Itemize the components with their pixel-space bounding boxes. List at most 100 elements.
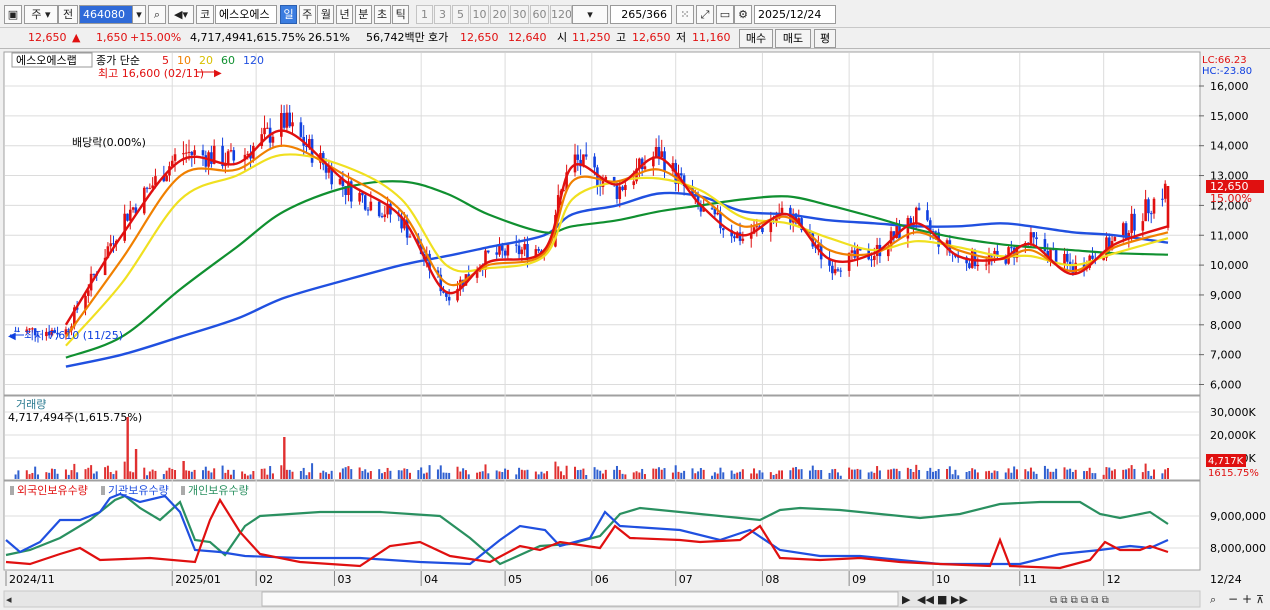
grid-icon[interactable]: ⁙ bbox=[676, 5, 694, 24]
interval-tab-0[interactable]: 일 bbox=[280, 5, 297, 24]
expand-icon[interactable]: ⤢ bbox=[696, 5, 714, 24]
prev-button[interactable]: 전 bbox=[58, 5, 78, 24]
market-tag: 코 bbox=[196, 5, 214, 24]
zoom-in-icon[interactable]: + bbox=[1242, 592, 1252, 606]
count-tab-6[interactable]: 60 bbox=[530, 5, 549, 24]
fast-forward-icon[interactable]: ▶▶ bbox=[951, 593, 968, 606]
stop-icon[interactable]: ■ bbox=[937, 593, 947, 606]
low-label: 저 bbox=[676, 31, 687, 44]
buy-button[interactable]: 매수 bbox=[739, 29, 773, 48]
count-tab-0[interactable]: 1 bbox=[416, 5, 433, 24]
count-tab-3[interactable]: 10 bbox=[470, 5, 489, 24]
zoom-icon[interactable]: ⌕ bbox=[1210, 593, 1216, 606]
period-label: 주 bbox=[31, 8, 42, 21]
x-tick-label: 08 bbox=[765, 573, 779, 586]
interval-tab-1[interactable]: 주 bbox=[298, 5, 316, 24]
x-tick-label: 02 bbox=[259, 573, 273, 586]
price-tick: 10,000 bbox=[1210, 259, 1249, 272]
gear-icon[interactable]: ⚙ bbox=[734, 5, 752, 24]
interval-tab-5[interactable]: 초 bbox=[373, 5, 391, 24]
count-tab-7[interactable]: 120 bbox=[550, 5, 572, 24]
interval-tab-6[interactable]: 틱 bbox=[392, 5, 410, 24]
price-tick: 14,000 bbox=[1210, 140, 1249, 153]
holdings-legend-item: 기관보유수량 bbox=[108, 484, 169, 497]
low-annotation: 최저 7,610 (11/25) bbox=[24, 329, 123, 342]
quote-label: 호가 bbox=[428, 31, 449, 44]
quote-bar: 12,650 ▲ 1,650 +15.00% 4,717,494 1,615.7… bbox=[0, 28, 1270, 49]
date-input[interactable]: 2025/12/24 bbox=[754, 5, 836, 24]
price-tick: 6,000 bbox=[1210, 379, 1242, 392]
holdings-tick: 9,000,000 bbox=[1210, 510, 1266, 523]
ma-legend-20: 20 bbox=[199, 54, 213, 67]
x-tick-label: 10 bbox=[936, 573, 950, 586]
bar-count[interactable]: 265/366 bbox=[610, 5, 672, 24]
rewind-icon[interactable]: ◀◀ bbox=[917, 593, 934, 606]
holdings-legend-item: 외국인보유수량 bbox=[17, 484, 88, 497]
ma-legend-60: 60 bbox=[221, 54, 235, 67]
volume-tick: 20,000K bbox=[1210, 429, 1256, 442]
scroll-left-arrow-icon[interactable]: ◂ bbox=[6, 593, 12, 606]
high-price: 12,650 bbox=[632, 31, 671, 44]
eval-button[interactable]: 평 bbox=[814, 29, 836, 48]
volume-percent: 1,615.75% bbox=[246, 31, 306, 44]
high-arrow-icon: ▶ bbox=[214, 68, 222, 79]
speaker-icon[interactable]: ◀▾ bbox=[168, 5, 194, 24]
price-tick: 11,000 bbox=[1210, 229, 1249, 242]
volume-last-pct: 1615.75% bbox=[1208, 468, 1259, 479]
bar-total: /366 bbox=[642, 8, 667, 21]
sell-button[interactable]: 매도 bbox=[775, 29, 811, 48]
price-tick: 16,000 bbox=[1210, 80, 1249, 93]
up-arrow-icon: ▲ bbox=[72, 31, 81, 44]
ma-legend-10: 10 bbox=[177, 54, 191, 67]
volume-last-tag: 4,717K bbox=[1208, 456, 1244, 467]
last-change-tag: 15.00% bbox=[1210, 192, 1252, 205]
count-tab-4[interactable]: 20 bbox=[490, 5, 509, 24]
chart-nav-controls: ▶ ◀◀ ■ ▶▶ ⧉ ⧉ ⧉ ⧉ ⧉ ⧉ ⌕ − + ⊼ bbox=[902, 592, 1264, 606]
stock-name: 에스오에스 bbox=[215, 5, 277, 24]
count-tab-1[interactable]: 3 bbox=[434, 5, 451, 24]
count-tab-2[interactable]: 5 bbox=[452, 5, 469, 24]
count-tab-5[interactable]: 30 bbox=[510, 5, 529, 24]
volume-title: 거래량 bbox=[16, 398, 46, 411]
price-tick: 7,000 bbox=[1210, 349, 1242, 362]
count-select[interactable]: ▾ bbox=[572, 5, 608, 24]
toolbar: ▣ 주 ▾ 전 464080 ▾ ⌕ ◀▾ 코 에스오에스 일주월년분초틱 13… bbox=[0, 0, 1270, 28]
low-arrow-icon: ◀ bbox=[8, 331, 16, 342]
holdings-legend-item: 개인보유수량 bbox=[188, 484, 249, 497]
change-percent: +15.00% bbox=[130, 31, 182, 44]
x-tick-label: 03 bbox=[337, 573, 351, 586]
turnover-rate: 26.51% bbox=[308, 31, 350, 44]
open-price: 11,250 bbox=[572, 31, 611, 44]
price-tick: 9,000 bbox=[1210, 289, 1242, 302]
x-tick-label: 2025/01 bbox=[175, 573, 221, 586]
change-amount: 1,650 bbox=[96, 31, 128, 44]
volume-value: 4,717,494 bbox=[190, 31, 246, 44]
x-tick-label: 04 bbox=[424, 573, 438, 586]
scrollbar-thumb[interactable] bbox=[261, 591, 899, 607]
save-icon[interactable]: ▭ bbox=[716, 5, 734, 24]
layout-icon[interactable]: ▣ bbox=[4, 5, 22, 24]
zoom-out-icon[interactable]: − bbox=[1228, 592, 1238, 606]
interval-tab-2[interactable]: 월 bbox=[317, 5, 335, 24]
x-tick-label: 09 bbox=[852, 573, 866, 586]
stock-name-tag: 에스오에스랩 bbox=[16, 54, 77, 67]
ma-legend-prefix: 종가 단순 bbox=[96, 54, 140, 67]
layout-icons[interactable]: ⧉ ⧉ ⧉ ⧉ ⧉ ⧉ bbox=[1050, 595, 1109, 606]
collapse-icon[interactable]: ⊼ bbox=[1256, 593, 1264, 606]
ma-legend-120: 120 bbox=[243, 54, 264, 67]
period-select[interactable]: 주 ▾ bbox=[24, 5, 58, 24]
hc-label: HC:-23.80 bbox=[1202, 66, 1252, 77]
chevron-down-icon[interactable]: ▾ bbox=[132, 5, 146, 24]
price-tick: 8,000 bbox=[1210, 319, 1242, 332]
next-icon[interactable]: ▶ bbox=[902, 593, 911, 606]
stock-chart[interactable]: ▶ ◀ 에스오에스랩 종가 단순 5 10 20 60 120 최고 16,600 (02… bbox=[0, 50, 1270, 610]
interval-tab-3[interactable]: 년 bbox=[336, 5, 354, 24]
trade-amount: 56,742백만 bbox=[366, 31, 425, 44]
bar-count-value: 265 bbox=[621, 8, 643, 21]
price-tick: 15,000 bbox=[1210, 110, 1249, 123]
x-tick-label: 12 bbox=[1107, 573, 1121, 586]
dividend-annotation: 배당락(0.00%) bbox=[72, 136, 146, 149]
ma-legend-5: 5 bbox=[162, 54, 169, 67]
interval-tab-4[interactable]: 분 bbox=[354, 5, 372, 24]
search-icon[interactable]: ⌕ bbox=[148, 5, 166, 24]
